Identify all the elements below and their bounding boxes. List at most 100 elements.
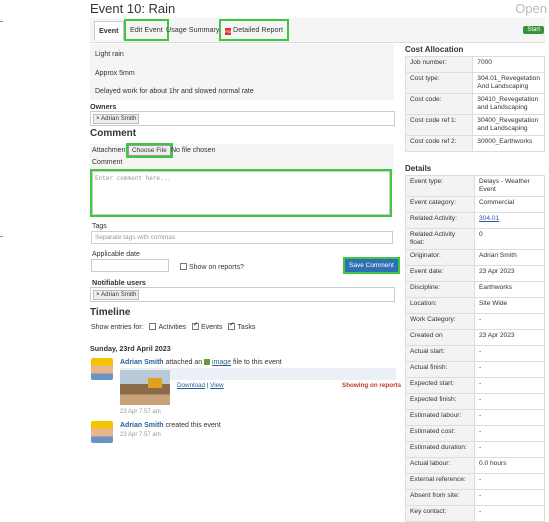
kv-value: Commercial <box>474 196 545 213</box>
download-link[interactable]: Download <box>177 382 205 389</box>
timeline-entry-text: Adrian Smith attached an image file to t… <box>120 359 282 366</box>
kv-row: Job number: 7000 <box>404 56 545 73</box>
choose-file-button[interactable]: Choose File <box>126 143 173 158</box>
comment-label: Comment <box>92 159 123 166</box>
kv-row: Estimated cost: - <box>405 425 545 442</box>
kv-value: 304.01_Revegetation And Landscaping <box>472 72 545 94</box>
status-label: Open <box>515 1 547 16</box>
filter-tasks[interactable]: Tasks <box>228 321 255 331</box>
checkbox[interactable] <box>180 263 187 270</box>
comment-textarea[interactable]: Enter comment here... <box>90 169 392 217</box>
kv-row: Discipline: Earthworks <box>405 281 545 298</box>
kv-value: - <box>474 489 545 506</box>
image-link[interactable]: image <box>212 359 231 366</box>
filter-events[interactable]: Events <box>192 321 222 331</box>
details-heading: Details <box>405 164 432 173</box>
kv-value: Adrian Smith <box>474 249 545 266</box>
kv-value: 30410_Revegetation and Landscaping <box>472 93 545 115</box>
highlight-fragment <box>0 21 3 22</box>
kv-row: Work Category: - <box>405 313 545 330</box>
kv-row: Originator: Adrian Smith <box>405 249 545 266</box>
kv-row: Location: Site Wide <box>405 297 545 314</box>
kv-row: Related Activity: 304.01 <box>405 212 545 229</box>
kv-key: Work Category: <box>405 313 475 330</box>
kv-value: - <box>474 473 545 490</box>
kv-key: Expected start: <box>405 377 475 394</box>
kv-value: 30000_Earthworks <box>472 135 545 152</box>
showing-on-reports-badge: Showing on reports <box>342 382 402 389</box>
start-button[interactable]: Start <box>523 26 544 34</box>
checkbox[interactable] <box>149 323 157 330</box>
kv-key: Actual finish: <box>405 361 475 378</box>
applicable-date-label: Applicable date <box>92 251 140 258</box>
kv-row: Cost code ref 1: 30400_Revegetation and L… <box>404 114 545 136</box>
kv-key: Cost code ref 1: <box>404 114 474 136</box>
kv-key: Estimated labour: <box>405 409 475 426</box>
user-link[interactable]: Adrian Smith <box>120 422 164 429</box>
applicable-date-input[interactable] <box>91 259 169 272</box>
kv-value: - <box>474 313 545 330</box>
kv-row: Expected start: - <box>405 377 545 394</box>
avatar <box>91 358 113 380</box>
kv-row: Estimated labour: - <box>405 409 545 426</box>
attachment-thumbnail[interactable] <box>120 370 170 405</box>
tab-edit-event[interactable]: Edit Event <box>124 19 169 41</box>
timestamp: 23 Apr 7.57 am <box>120 409 161 415</box>
owners-label: Owners <box>90 102 117 111</box>
user-chip[interactable]: × Adrian Smith <box>93 290 140 300</box>
user-link[interactable]: Adrian Smith <box>120 359 164 366</box>
highlight-fragment <box>0 236 3 237</box>
timestamp: 23 Apr 7.57 am <box>120 432 161 438</box>
description-line: Approx 5mm <box>95 70 135 77</box>
tab-event[interactable]: Event <box>94 21 124 40</box>
tags-label: Tags <box>92 223 107 230</box>
kv-value: - <box>474 425 545 442</box>
kv-key: Event date: <box>405 265 475 282</box>
kv-key: Event category: <box>405 196 475 213</box>
cost-allocation-table: Job number: 7000 Cost type: 304.01_Revegeta… <box>404 56 545 152</box>
owners-field[interactable]: × Adrian Smith <box>90 111 395 126</box>
kv-row: Event category: Commercial <box>405 196 545 213</box>
view-link[interactable]: View <box>210 382 224 389</box>
kv-key: Originator: <box>405 249 475 266</box>
timeline-date-heading: Sunday, 23rd April 2023 <box>90 344 171 353</box>
kv-row: Cost type: 304.01_Revegetation And Landsc… <box>404 72 545 94</box>
kv-row: Estimated duration: - <box>405 441 545 458</box>
attachment-label: Attachment <box>92 147 128 154</box>
kv-row: Cost code: 30410_Revegetation and Landsca… <box>404 93 545 115</box>
kv-value: - <box>474 441 545 458</box>
details-table: Event type: Delays - Weather Event Event c… <box>405 175 545 522</box>
kv-value: 304.01 <box>474 212 545 229</box>
kv-row: Expected finish: - <box>405 393 545 410</box>
kv-row: Event date: 23 Apr 2023 <box>405 265 545 282</box>
kv-key: Cost type: <box>404 72 474 94</box>
show-on-reports[interactable]: Show on reports? <box>180 263 244 271</box>
checkbox[interactable] <box>192 321 200 330</box>
timeline-heading: Timeline <box>90 307 131 318</box>
kv-key: Event type: <box>405 175 475 197</box>
filter-activities[interactable]: Activities <box>149 323 186 331</box>
kv-value: 7000 <box>472 56 545 73</box>
kv-row: Cost code ref 2: 30000_Earthworks <box>404 135 545 152</box>
pdf-icon: PDF <box>225 28 233 35</box>
kv-value: 23 Apr 2023 <box>474 329 545 346</box>
kv-value: 0.0 hours <box>474 457 545 474</box>
kv-row: Key contact: - <box>405 505 545 522</box>
tab-usage-summary[interactable]: Usage Summary <box>162 21 224 39</box>
kv-row: Actual start: - <box>405 345 545 362</box>
tab-detailed-report[interactable]: PDFDetailed Report <box>219 19 289 41</box>
kv-key: Expected finish: <box>405 393 475 410</box>
event-description: Light rain Approx 5mm Delayed work for a… <box>90 44 394 100</box>
page-title: Event 10: Rain <box>90 1 176 16</box>
notifiable-users-field[interactable]: × Adrian Smith <box>90 287 395 302</box>
kv-key: Related Activity float: <box>405 228 475 250</box>
kv-row: Event type: Delays - Weather Event <box>405 175 545 197</box>
save-comment-button[interactable]: Save Comment <box>343 257 400 274</box>
related-activity-link[interactable]: 304.01 <box>479 215 499 222</box>
owner-chip[interactable]: × Adrian Smith <box>93 114 140 124</box>
kv-row: Created on 23 Apr 2023 <box>405 329 545 346</box>
checkbox[interactable] <box>228 321 236 330</box>
avatar <box>91 421 113 443</box>
tags-input[interactable]: Separate tags with commas <box>91 231 393 244</box>
kv-row: Actual labour: 0.0 hours <box>405 457 545 474</box>
